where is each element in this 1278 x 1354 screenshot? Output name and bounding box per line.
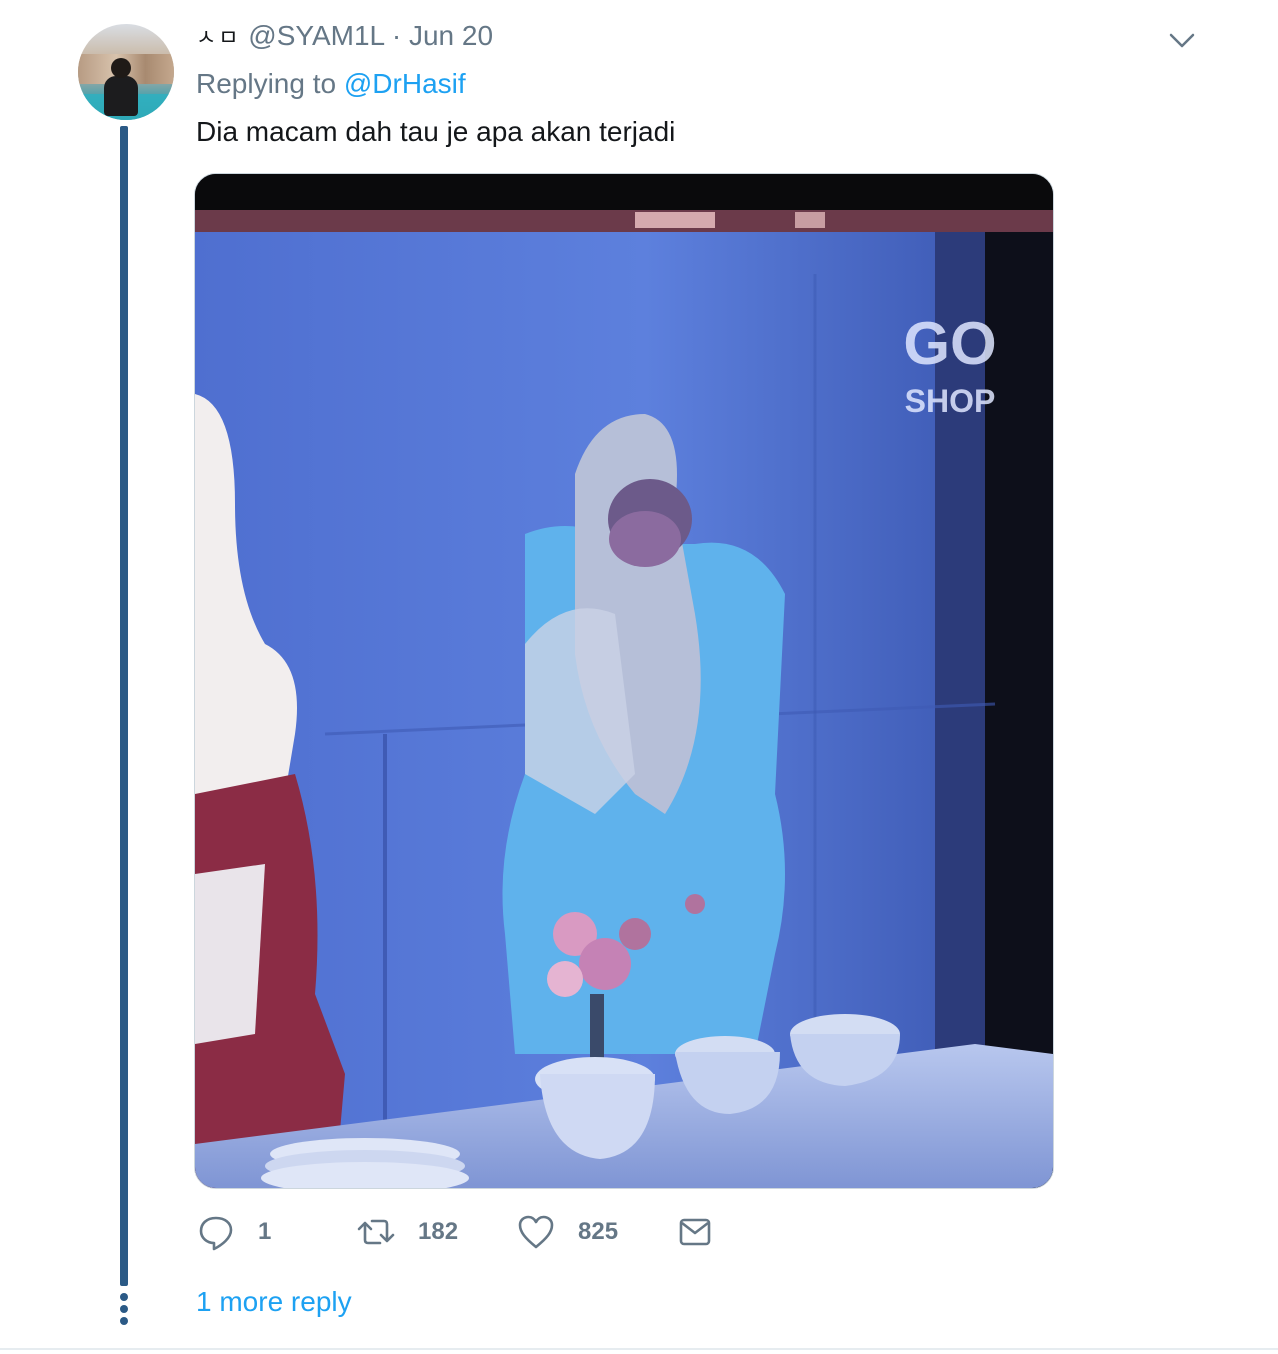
separator: · xyxy=(391,20,402,51)
tweet[interactable]: ㅅㅁ @SYAM1L · Jun 20 Replying to @DrHasif… xyxy=(0,0,1278,1350)
heart-icon xyxy=(518,1215,554,1249)
display-name[interactable]: ㅅㅁ xyxy=(196,25,240,50)
chevron-down-icon[interactable] xyxy=(1166,26,1198,54)
replying-to: Replying to @DrHasif xyxy=(196,68,466,100)
thread-line xyxy=(120,126,128,1286)
replying-to-link[interactable]: @DrHasif xyxy=(344,68,466,99)
media-image: GO SHOP xyxy=(195,174,1053,1188)
direct-message-button[interactable] xyxy=(678,1212,734,1252)
more-replies-link[interactable]: 1 more reply xyxy=(196,1286,352,1318)
tweet-date[interactable]: Jun 20 xyxy=(409,20,493,51)
retweet-button[interactable]: 182 xyxy=(356,1212,458,1252)
tweet-media[interactable]: GO SHOP xyxy=(194,173,1054,1189)
like-count: 825 xyxy=(578,1218,619,1245)
retweet-icon xyxy=(357,1219,395,1245)
like-button[interactable]: 825 xyxy=(516,1212,618,1252)
reply-count: 1 xyxy=(258,1218,272,1245)
replying-prefix: Replying to xyxy=(196,68,344,99)
tweet-text: Dia macam dah tau je apa akan terjadi xyxy=(196,116,676,147)
tweet-header: ㅅㅁ @SYAM1L · Jun 20 xyxy=(196,20,493,52)
handle[interactable]: @SYAM1L xyxy=(248,20,384,51)
watermark-shop: SHOP xyxy=(905,383,996,419)
envelope-icon xyxy=(679,1218,711,1246)
watermark-go: GO xyxy=(903,310,996,377)
retweet-count: 182 xyxy=(418,1218,459,1245)
thread-dots-icon[interactable] xyxy=(119,1293,129,1325)
reply-button[interactable]: 1 xyxy=(196,1212,271,1252)
avatar[interactable] xyxy=(78,24,174,120)
reply-icon xyxy=(199,1216,233,1251)
